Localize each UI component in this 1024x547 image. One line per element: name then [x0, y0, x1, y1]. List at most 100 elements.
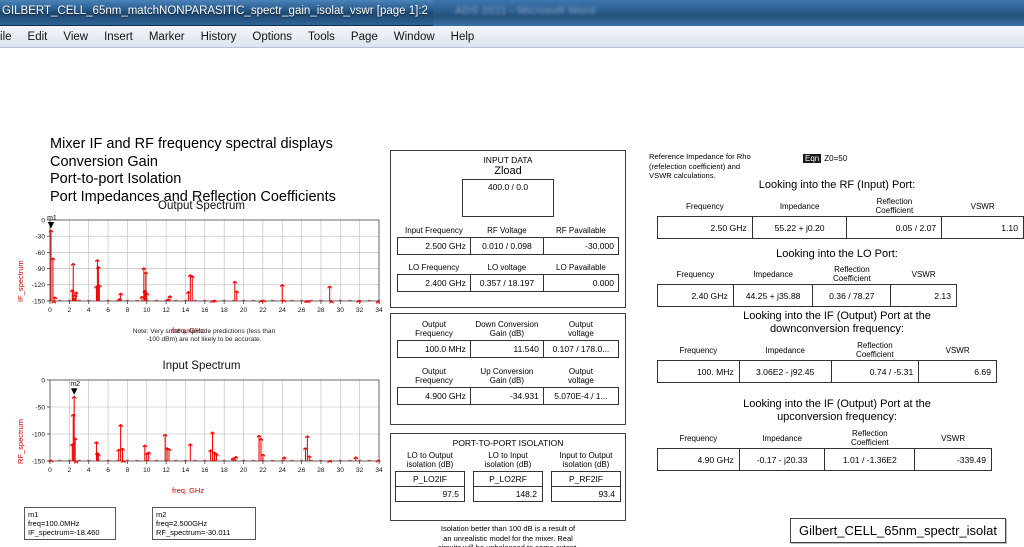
- marker-box-m2[interactable]: m2 freq=2.500GHz RF_spectrum=-30.011: [152, 507, 256, 540]
- input-spectrum-ylabel: RF_spectrum: [16, 418, 25, 464]
- input-data-lo-value-2[interactable]: 0.000: [542, 274, 620, 292]
- lo-port-section-title: Looking into the LO Port:: [776, 248, 898, 260]
- svg-text:-100: -100: [32, 431, 46, 438]
- downconversion-value-1[interactable]: 11.540: [469, 340, 544, 358]
- menu-item-edit[interactable]: Edit: [20, 26, 56, 48]
- isolation-value-0[interactable]: 97.5: [396, 487, 464, 501]
- downconversion-value-2[interactable]: 0.107 / 178.0...: [542, 340, 620, 358]
- if-up-value-1[interactable]: -0.17 - j20.33: [738, 448, 826, 471]
- conversion-gain-panel[interactable]: Output Frequency Down Conversion Gain (d…: [390, 313, 626, 425]
- input-data-rf-value-2[interactable]: -30.000: [542, 237, 620, 255]
- eqn-z0[interactable]: Eqn Z0=50: [803, 154, 847, 163]
- lo-port-value-0[interactable]: 2.40 GHz: [657, 284, 734, 307]
- window-titlebar[interactable]: GILBERT_CELL_65nm_matchNONPARASITIC_spec…: [0, 0, 433, 26]
- svg-text:28: 28: [317, 307, 325, 314]
- if-up-port-table[interactable]: Frequency Impedance Reflection Coefficie…: [657, 428, 992, 471]
- svg-text:14: 14: [182, 307, 190, 314]
- marker-box-m1[interactable]: m1 freq=100.0MHz IF_spectrum=-18.460: [24, 507, 116, 540]
- rf-port-value-3[interactable]: 1.10: [941, 216, 1024, 239]
- svg-text:14: 14: [182, 467, 190, 474]
- rf-port-value-0[interactable]: 2.50 GHz: [657, 216, 753, 239]
- upconversion-value-2[interactable]: 5.070E-4 / 1...: [542, 387, 620, 405]
- input-data-title: INPUT DATA: [483, 155, 533, 165]
- port-isolation-panel[interactable]: PORT-TO-PORT ISOLATION LO to Output isol…: [390, 433, 626, 521]
- rf-port-value-2[interactable]: 0.05 / 2.07: [846, 216, 943, 239]
- if-down-value-3[interactable]: 6.69: [918, 360, 997, 383]
- menu-item-options[interactable]: Options: [244, 26, 300, 48]
- if-up-header-3: VSWR: [941, 433, 966, 443]
- if-up-value-0[interactable]: 4.90 GHz: [657, 448, 740, 471]
- isolation-value-2[interactable]: 93.4: [552, 487, 620, 501]
- svg-text:24: 24: [279, 307, 287, 314]
- upconversion-value-0[interactable]: 4.900 GHz: [397, 387, 471, 405]
- input-data-panel[interactable]: INPUT DATA Zload 400.0 / 0.0 Input Frequ…: [390, 150, 626, 308]
- menu-item-file[interactable]: File: [0, 26, 20, 48]
- input-data-lo-value-0[interactable]: 2.400 GHz: [397, 274, 471, 292]
- if-up-header-0: Frequency: [679, 433, 718, 443]
- input-data-rf-value-0[interactable]: 2.500 GHz: [397, 237, 471, 255]
- menu-item-history[interactable]: History: [193, 26, 245, 48]
- svg-text:6: 6: [106, 307, 110, 314]
- if-down-value-2[interactable]: 0.74 / -5.31: [830, 360, 920, 383]
- downconversion-value-0[interactable]: 100.0 MHz: [397, 340, 471, 358]
- menu-item-tools[interactable]: Tools: [300, 26, 343, 48]
- if-up-value-2[interactable]: 1.01 / -1.36E2: [824, 448, 916, 471]
- lo-port-values: 2.40 GHz 44.25 + j35.88 0.36 / 78.27 2.1…: [657, 284, 957, 307]
- eqn-badge: Eqn: [803, 154, 822, 163]
- input-data-rf-values: 2.500 GHz 0.010 / 0.098 -30.000: [397, 237, 620, 255]
- isolation-item-1[interactable]: LO to Input isolation (dB) P_LO2RF 148.2: [473, 451, 543, 502]
- svg-text:32: 32: [356, 307, 364, 314]
- svg-text:34: 34: [375, 467, 383, 474]
- input-data-lo-values: 2.400 GHz 0.357 / 18.197 0.000: [397, 274, 620, 292]
- if-up-values: 4.90 GHz -0.17 - j20.33 1.01 / -1.36E2 -…: [657, 448, 992, 471]
- rf-port-header-1: Impedance: [779, 201, 820, 211]
- menu-item-help[interactable]: Help: [443, 26, 483, 48]
- svg-text:18: 18: [221, 467, 229, 474]
- svg-text:26: 26: [298, 307, 306, 314]
- rf-port-table[interactable]: Frequency Impedance Reflection Coefficie…: [657, 196, 1024, 239]
- background-window-title: ADS 2011 - Microsoft Word: [455, 5, 596, 17]
- if-down-value-1[interactable]: 3.06E2 - j92.45: [738, 360, 832, 383]
- menu-list: FileEditViewInsertMarkerHistoryOptionsTo…: [0, 26, 1024, 48]
- if-up-value-3[interactable]: -339.49: [914, 448, 992, 471]
- input-spectrum-plot[interactable]: Input Spectrum 0 2 4 6 8 10 12 14 16 18 20 22 24 26 28…: [14, 360, 389, 495]
- lo-port-value-2[interactable]: 0.36 / 78.27: [812, 284, 892, 307]
- isolation-item-0[interactable]: LO to Output isolation (dB) P_LO2IF 97.5: [395, 451, 465, 502]
- isolation-item-2[interactable]: Input to Output isolation (dB) P_RF2IF 9…: [551, 451, 621, 502]
- upconversion-header-2: Output voltage: [543, 365, 619, 388]
- page-title-box[interactable]: Gilbert_CELL_65nm_spectr_isolat: [790, 518, 1006, 543]
- lo-port-value-3[interactable]: 2.13: [890, 284, 957, 307]
- svg-text:0: 0: [48, 467, 52, 474]
- svg-text:22: 22: [259, 307, 267, 314]
- svg-text:12: 12: [162, 467, 170, 474]
- upconversion-value-1[interactable]: -34.931: [469, 387, 544, 405]
- svg-text:0: 0: [41, 377, 45, 384]
- menu-item-window[interactable]: Window: [386, 26, 443, 48]
- menu-item-view[interactable]: View: [55, 26, 96, 48]
- svg-text:0: 0: [41, 217, 45, 224]
- input-data-table-lo: LO Frequency LO voltage LO Pavailable 2.…: [397, 261, 620, 292]
- downconversion-values: 100.0 MHz 11.540 0.107 / 178.0...: [397, 340, 620, 358]
- input-data-subtitle: Zload: [494, 165, 522, 177]
- upconversion-values: 4.900 GHz -34.931 5.070E-4 / 1...: [397, 387, 620, 405]
- rf-port-value-1[interactable]: 55.22 + j0.20: [751, 216, 848, 239]
- input-data-lo-value-1[interactable]: 0.357 / 18.197: [469, 274, 544, 292]
- input-data-rf-value-1[interactable]: 0.010 / 0.098: [469, 237, 544, 255]
- if-up-header-1: Impedance: [762, 433, 802, 443]
- zload-value[interactable]: 400.0 / 0.0: [462, 179, 554, 217]
- if-down-port-table[interactable]: Frequency Impedance Reflection Coefficie…: [657, 340, 997, 383]
- lo-port-header-0: Frequency: [676, 269, 715, 279]
- if-down-header-1: Impedance: [765, 345, 805, 355]
- lo-port-table[interactable]: Frequency Impedance Reflection Coefficie…: [657, 264, 957, 307]
- if-down-value-0[interactable]: 100. MHz: [657, 360, 740, 383]
- output-spectrum-canvas[interactable]: 0 2 4 6 8 10 12 14 16 18 20 22 24 26 28 30 32 34 0 -30 -60 -9…: [14, 214, 389, 335]
- menu-item-insert[interactable]: Insert: [96, 26, 141, 48]
- isolation-value-1[interactable]: 148.2: [474, 487, 542, 501]
- lo-port-value-1[interactable]: 44.25 + j35.88: [732, 284, 814, 307]
- menu-item-page[interactable]: Page: [343, 26, 386, 48]
- output-spectrum-plot[interactable]: Output Spectrum 0 2 4 6 8 10 12 14 16 18 20 22 24 26 2…: [14, 200, 389, 343]
- input-spectrum-canvas[interactable]: 0 2 4 6 8 10 12 14 16 18 20 22 24 26 28 30 32 34 0 -50 -100-…: [14, 374, 389, 495]
- svg-text:32: 32: [356, 467, 364, 474]
- menu-item-marker[interactable]: Marker: [141, 26, 193, 48]
- input-data-table-rf: Input Frequency RF Voltage RF Pavailable…: [397, 224, 620, 255]
